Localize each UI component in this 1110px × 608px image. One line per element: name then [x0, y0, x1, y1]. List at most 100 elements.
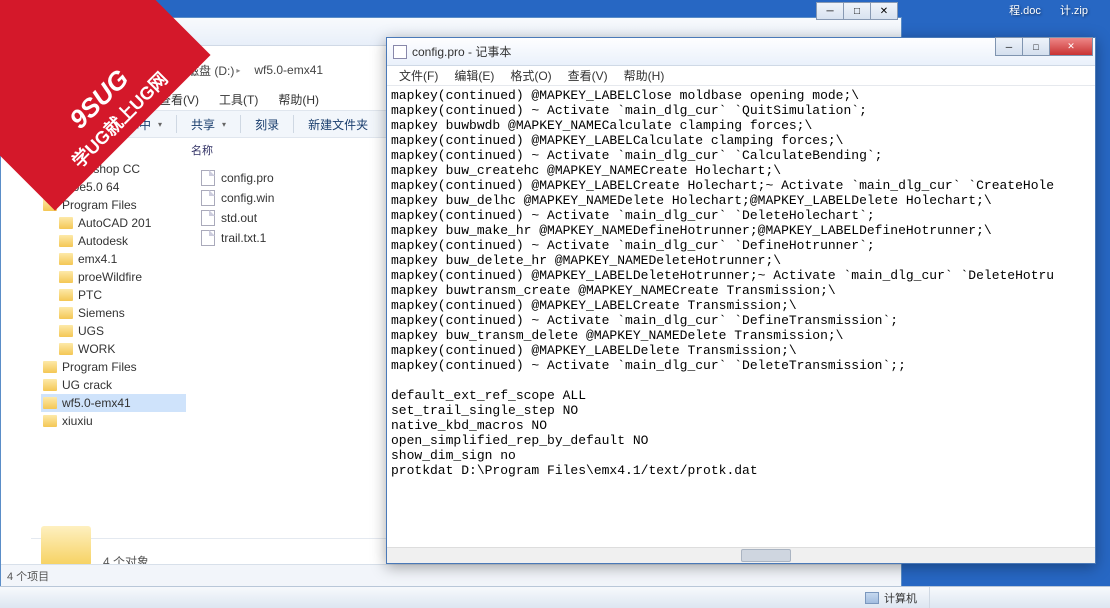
folder-icon	[41, 526, 91, 566]
file-name: config.pro	[221, 171, 274, 185]
tree-item[interactable]: moldflow	[41, 142, 186, 160]
menu-view[interactable]: 查看(V)	[149, 88, 209, 111]
menu-file[interactable]: 文件(F)	[391, 65, 446, 86]
tree-item[interactable]: Photoshop CC	[41, 160, 186, 178]
tree-item[interactable]: UG crack	[41, 376, 186, 394]
tree-label: proe5.0 64	[62, 180, 119, 194]
file-icon	[201, 190, 215, 206]
tree-label: Photoshop CC	[62, 162, 140, 176]
file-item[interactable]: config.pro	[201, 168, 274, 188]
menu-view[interactable]: 查看(V)	[560, 65, 616, 86]
breadcrumb-item[interactable]: 计算机	[101, 62, 157, 79]
tree-item[interactable]: proeWildfire	[41, 268, 186, 286]
tree-item[interactable]: xiuxiu	[41, 412, 186, 430]
taskbar: 计算机	[0, 586, 1110, 608]
menu-format[interactable]: 格式(O)	[502, 65, 559, 86]
folder-icon	[43, 379, 57, 391]
tree-label: UGS	[78, 324, 104, 338]
tree-label: xiuxiu	[62, 414, 93, 428]
tree-item[interactable]: PTC	[41, 286, 186, 304]
breadcrumb-item[interactable]: 本地磁盘 (D:)	[157, 62, 248, 79]
file-icon	[201, 210, 215, 226]
new-folder-button[interactable]: 新建文件夹	[298, 112, 378, 137]
tree-label: PTC	[78, 288, 102, 302]
include-library-button[interactable]: 包含到库中	[81, 112, 172, 137]
folder-icon	[43, 199, 57, 211]
tree-item[interactable]: Program Files	[41, 196, 186, 214]
folder-icon	[43, 415, 57, 427]
tree-item[interactable]: emx4.1	[41, 250, 186, 268]
tree-item[interactable]: Program Files	[41, 358, 186, 376]
tree-item[interactable]: wf5.0-emx41	[41, 394, 186, 412]
computer-icon	[865, 592, 879, 604]
file-item[interactable]: config.win	[201, 188, 274, 208]
file-icon	[201, 170, 215, 186]
column-header-name[interactable]: 名称	[191, 142, 213, 158]
tree-item[interactable]: UGS	[41, 322, 186, 340]
tree-label: emx4.1	[78, 252, 117, 266]
tree-label: wf5.0-emx41	[62, 396, 131, 410]
desktop-file[interactable]: 程.doc	[1007, 0, 1043, 20]
tree-item[interactable]: Siemens	[41, 304, 186, 322]
breadcrumb[interactable]: 计算机 本地磁盘 (D:) wf5.0-emx41	[101, 58, 329, 82]
maximize-button[interactable]: □	[1022, 37, 1050, 56]
file-name: trail.txt.1	[221, 231, 266, 245]
tree-item[interactable]: WORK	[41, 340, 186, 358]
notepad-textarea[interactable]: mapkey(continued) @MAPKEY_LABELClose mol…	[387, 86, 1095, 547]
file-icon	[201, 230, 215, 246]
burn-button[interactable]: 刻录	[245, 112, 289, 137]
menu-help[interactable]: 帮助(H)	[268, 88, 329, 111]
minimize-button[interactable]: ─	[816, 2, 844, 20]
notepad-menu: 文件(F) 编辑(E) 格式(O) 查看(V) 帮助(H)	[387, 66, 1095, 86]
file-name: std.out	[221, 211, 257, 225]
tree-label: Siemens	[78, 306, 125, 320]
folder-icon	[59, 289, 73, 301]
tree-label: Program Files	[62, 198, 137, 212]
tree-item[interactable]: Autodesk	[41, 232, 186, 250]
tree-label: moldflow	[62, 144, 109, 158]
tree-label: Program Files	[62, 360, 137, 374]
folder-icon	[59, 235, 73, 247]
tree-label: proeWildfire	[78, 270, 142, 284]
desktop-icons: 程.doc 计.zip	[1007, 0, 1090, 20]
close-button[interactable]: ✕	[870, 2, 898, 20]
notepad-title: config.pro - 记事本	[412, 43, 511, 60]
folder-icon	[43, 145, 57, 157]
menu-edit[interactable]: 辑(E)	[101, 88, 149, 111]
notepad-window: config.pro - 记事本 ─ □ ✕ 文件(F) 编辑(E) 格式(O)…	[386, 37, 1096, 564]
explorer-statusbar: 4 个项目	[1, 564, 901, 586]
folder-icon	[59, 343, 73, 355]
folder-icon	[43, 397, 57, 409]
minimize-button[interactable]: ─	[995, 37, 1023, 56]
tree-label: UG crack	[62, 378, 112, 392]
folder-icon	[59, 325, 73, 337]
tree-item[interactable]: proe5.0 64	[41, 178, 186, 196]
folder-icon	[59, 307, 73, 319]
tree-label: Autodesk	[78, 234, 128, 248]
folder-icon	[59, 253, 73, 265]
menu-help[interactable]: 帮助(H)	[616, 65, 673, 86]
taskbar-item-computer[interactable]: 计算机	[853, 587, 930, 608]
file-item[interactable]: std.out	[201, 208, 274, 228]
menu-tools[interactable]: 工具(T)	[209, 88, 268, 111]
tree-item[interactable]: AutoCAD 201	[41, 214, 186, 232]
share-button[interactable]: 共享	[181, 112, 236, 137]
breadcrumb-item[interactable]: wf5.0-emx41	[248, 63, 329, 77]
folder-icon	[43, 361, 57, 373]
close-button[interactable]: ✕	[1049, 37, 1093, 56]
menu-edit[interactable]: 编辑(E)	[446, 65, 502, 86]
file-list: config.pro config.win std.out trail.txt.1	[201, 168, 274, 248]
scroll-thumb[interactable]	[741, 549, 791, 562]
folder-icon	[59, 217, 73, 229]
folder-icon	[43, 163, 57, 175]
maximize-button[interactable]: □	[843, 2, 871, 20]
notepad-titlebar[interactable]: config.pro - 记事本 ─ □ ✕	[387, 38, 1095, 66]
notepad-icon	[393, 45, 407, 59]
desktop-file[interactable]: 计.zip	[1058, 0, 1090, 20]
explorer-menu: 辑(E) 查看(V) 工具(T) 帮助(H)	[101, 88, 329, 111]
file-item[interactable]: trail.txt.1	[201, 228, 274, 248]
folder-icon	[43, 181, 57, 193]
tree-label: WORK	[78, 342, 115, 356]
file-name: config.win	[221, 191, 274, 205]
horizontal-scrollbar[interactable]	[387, 547, 1095, 563]
